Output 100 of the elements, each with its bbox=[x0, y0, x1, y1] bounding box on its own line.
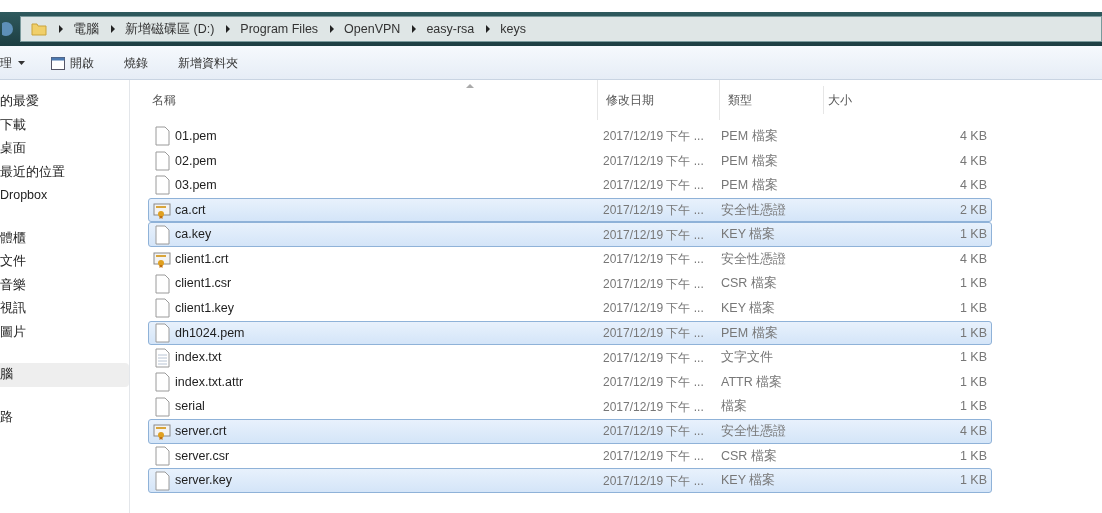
file-type: PEM 檔案 bbox=[721, 324, 779, 342]
file-row[interactable]: server.csr 2017/12/19 下午 ... CSR 檔案 1 KB bbox=[148, 443, 992, 469]
file-row[interactable]: client1.key 2017/12/19 下午 ... KEY 檔案 1 KB bbox=[148, 296, 992, 321]
file-icon bbox=[153, 150, 171, 171]
file-name: client1.crt bbox=[175, 250, 229, 268]
column-header[interactable]: 修改日期 bbox=[597, 80, 719, 120]
nav-item[interactable]: 腦 bbox=[0, 363, 129, 387]
file-size: 2 KB bbox=[958, 201, 988, 219]
nav-item[interactable]: 視訊 bbox=[0, 297, 129, 321]
file-icon bbox=[153, 470, 171, 491]
modified-date: 2017/12/19 下午 ... bbox=[603, 300, 705, 318]
file-name: index.txt bbox=[175, 349, 222, 367]
separator-icon bbox=[58, 25, 64, 33]
nav-item[interactable]: 文件 bbox=[0, 250, 129, 274]
toolbar-button[interactable]: 燒錄 bbox=[120, 53, 148, 72]
file-type: ATTR 檔案 bbox=[721, 373, 784, 391]
file-row[interactable]: 01.pem 2017/12/19 下午 ... PEM 檔案 4 KB bbox=[148, 124, 992, 149]
file-name: 03.pem bbox=[175, 177, 217, 195]
file-row[interactable]: index.txt.attr 2017/12/19 下午 ... ATTR 檔案 1 KB bbox=[148, 369, 992, 395]
modified-date: 2017/12/19 下午 ... bbox=[603, 349, 705, 367]
file-size: 1 KB bbox=[958, 472, 988, 490]
file-size: 4 KB bbox=[958, 250, 988, 268]
nav-item[interactable]: 音樂 bbox=[0, 273, 129, 297]
file-size: 4 KB bbox=[958, 177, 988, 195]
modified-date: 2017/12/19 下午 ... bbox=[603, 398, 705, 416]
file-type: 安全性憑證 bbox=[721, 201, 787, 219]
file-name: 02.pem bbox=[175, 152, 217, 170]
column-header[interactable]: 名稱 bbox=[148, 91, 597, 109]
file-size: 4 KB bbox=[958, 127, 988, 145]
file-icon bbox=[153, 372, 171, 393]
file-name: server.crt bbox=[175, 423, 227, 441]
caret-icon bbox=[18, 60, 25, 65]
modified-date: 2017/12/19 下午 ... bbox=[603, 325, 705, 343]
file-row[interactable]: 03.pem 2017/12/19 下午 ... PEM 檔案 4 KB bbox=[148, 173, 992, 198]
file-type: KEY 檔案 bbox=[721, 226, 777, 244]
nav-item[interactable]: 最近的位置 bbox=[0, 160, 129, 184]
nav-item[interactable]: 桌面 bbox=[0, 137, 129, 161]
file-name: server.csr bbox=[175, 447, 230, 465]
breadcrumb[interactable]: easy-rsa bbox=[426, 19, 475, 39]
file-name: ca.crt bbox=[175, 201, 206, 219]
file-size: 1 KB bbox=[958, 226, 988, 244]
column-header[interactable]: 類型 bbox=[719, 80, 823, 120]
file-row[interactable]: index.txt 2017/12/19 下午 ... 文字文件 1 KB bbox=[148, 345, 992, 370]
separator-icon bbox=[329, 25, 336, 33]
file-size: 1 KB bbox=[958, 447, 988, 465]
certificate-icon bbox=[153, 250, 171, 269]
breadcrumb[interactable]: 電腦 bbox=[73, 19, 99, 39]
breadcrumb[interactable]: OpenVPN bbox=[344, 19, 401, 39]
file-row[interactable]: client1.crt 2017/12/19 下午 ... 安全性憑證 4 KB bbox=[148, 246, 992, 272]
organize-menu[interactable]: 理 bbox=[0, 53, 25, 72]
file-row[interactable]: 02.pem 2017/12/19 下午 ... PEM 檔案 4 KB bbox=[148, 148, 992, 174]
separator-icon bbox=[225, 25, 232, 33]
certificate-icon bbox=[153, 422, 171, 441]
file-name: server.key bbox=[175, 472, 232, 490]
separator-icon bbox=[110, 25, 116, 33]
modified-date: 2017/12/19 下午 ... bbox=[603, 275, 705, 293]
file-row[interactable]: client1.csr 2017/12/19 下午 ... CSR 檔案 1 KB bbox=[148, 271, 992, 297]
separator-icon bbox=[411, 25, 418, 33]
modified-date: 2017/12/19 下午 ... bbox=[603, 472, 705, 490]
nav-item[interactable]: 的最愛 bbox=[0, 90, 129, 114]
file-name: dh1024.pem bbox=[175, 324, 245, 342]
file-row[interactable]: ca.key 2017/12/19 下午 ... KEY 檔案 1 KB bbox=[148, 222, 992, 247]
breadcrumb[interactable]: keys bbox=[500, 19, 527, 39]
file-size: 1 KB bbox=[958, 275, 988, 293]
file-row[interactable]: server.key 2017/12/19 下午 ... KEY 檔案 1 KB bbox=[148, 468, 992, 493]
file-name: client1.csr bbox=[175, 275, 232, 293]
modified-date: 2017/12/19 下午 ... bbox=[603, 202, 705, 220]
modified-date: 2017/12/19 下午 ... bbox=[603, 152, 705, 170]
file-name: serial bbox=[175, 398, 205, 416]
file-row[interactable]: dh1024.pem 2017/12/19 下午 ... PEM 檔案 1 KB bbox=[148, 320, 992, 346]
file-row[interactable]: server.crt 2017/12/19 下午 ... 安全性憑證 4 KB bbox=[148, 419, 992, 444]
file-type: KEY 檔案 bbox=[721, 300, 777, 318]
certificate-icon bbox=[153, 201, 171, 220]
modified-date: 2017/12/19 下午 ... bbox=[603, 374, 705, 392]
nav-item[interactable]: 體櫃 bbox=[0, 226, 129, 250]
file-icon bbox=[153, 126, 171, 147]
column-header[interactable]: 大小 bbox=[823, 86, 992, 114]
breadcrumb[interactable]: Program Files bbox=[240, 19, 319, 39]
file-size: 1 KB bbox=[958, 324, 988, 342]
nav-item[interactable]: 路 bbox=[0, 405, 129, 429]
file-type: 安全性憑證 bbox=[721, 423, 787, 441]
file-size: 1 KB bbox=[958, 300, 988, 318]
nav-item[interactable]: 圖片 bbox=[0, 320, 129, 344]
file-name: ca.key bbox=[175, 226, 212, 244]
file-type: 檔案 bbox=[721, 398, 748, 416]
file-row[interactable]: ca.crt 2017/12/19 下午 ... 安全性憑證 2 KB bbox=[148, 197, 992, 223]
file-size: 1 KB bbox=[958, 398, 988, 416]
nav-item[interactable]: 下載 bbox=[0, 113, 129, 137]
open-button[interactable]: 開啟 bbox=[51, 53, 94, 72]
file-icon bbox=[153, 298, 171, 319]
breadcrumb[interactable]: 新增磁碟區 (D:) bbox=[125, 19, 215, 39]
address-bar[interactable]: 電腦 新增磁碟區 (D:) Program Files OpenVPN easy-rsa keys bbox=[20, 16, 1102, 42]
modified-date: 2017/12/19 下午 ... bbox=[603, 423, 705, 441]
nav-item[interactable]: Dropbox bbox=[0, 184, 129, 208]
file-type: 安全性憑證 bbox=[721, 250, 787, 268]
toolbar-button[interactable]: 新增資料夾 bbox=[174, 53, 238, 72]
file-icon bbox=[153, 273, 171, 294]
sort-icon bbox=[466, 84, 474, 88]
file-row[interactable]: serial 2017/12/19 下午 ... 檔案 1 KB bbox=[148, 394, 992, 420]
file-size: 1 KB bbox=[958, 349, 988, 367]
